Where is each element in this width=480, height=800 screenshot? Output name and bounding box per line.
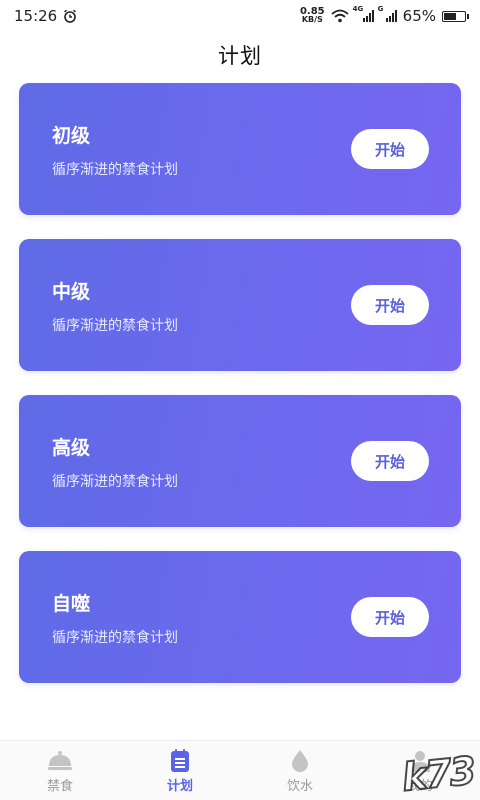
- watermark-logo: k73: [399, 747, 477, 800]
- tab-plan[interactable]: 计划: [120, 741, 240, 800]
- tab-fasting[interactable]: 禁食: [0, 741, 120, 800]
- tab-label: 禁食: [46, 778, 73, 794]
- alarm-clock-icon: [64, 9, 77, 23]
- signal2-tag: G: [377, 5, 384, 13]
- plan-title: 中级: [52, 281, 91, 303]
- plan-title: 自噬: [52, 593, 91, 615]
- plan-description: 循序渐进的禁食计划: [52, 318, 178, 334]
- plan-description: 循序渐进的禁食计划: [52, 474, 178, 490]
- status-right: 0.85 KB/S 4G G 65%: [300, 5, 469, 25]
- tab-label: 计划: [166, 778, 193, 794]
- plan-card-autophagy[interactable]: 自噬 循序渐进的禁食计划 开始: [19, 551, 461, 683]
- start-button[interactable]: 开始: [351, 597, 429, 637]
- battery-fill: [444, 12, 457, 20]
- status-time: 15:26: [14, 7, 58, 25]
- status-left: 15:26: [14, 7, 77, 25]
- plan-card-advanced[interactable]: 高级 循序渐进的禁食计划 开始: [19, 395, 461, 527]
- signal1-tag: 4G: [352, 5, 364, 13]
- plan-card-beginner[interactable]: 初级 循序渐进的禁食计划 开始: [19, 83, 461, 215]
- page-title: 计划: [218, 44, 262, 68]
- start-button[interactable]: 开始: [351, 285, 429, 325]
- status-bar: 15:26 0.85 KB/S 4G G 65%: [0, 0, 480, 32]
- start-button[interactable]: 开始: [351, 129, 429, 169]
- plan-description: 循序渐进的禁食计划: [52, 162, 178, 178]
- plan-title: 高级: [52, 437, 91, 459]
- app-screen: 15:26 0.85 KB/S 4G G 65% 计划 初级 循序渐进的禁食计划…: [0, 0, 480, 800]
- water-drop-icon: [292, 749, 308, 772]
- food-cover-icon: [48, 750, 72, 770]
- tab-label: 饮水: [286, 778, 313, 794]
- plan-title: 初级: [52, 125, 91, 147]
- battery-icon: [442, 10, 469, 22]
- wifi-icon: [331, 9, 349, 23]
- plan-description: 循序渐进的禁食计划: [52, 630, 178, 646]
- net-speed-unit: KB/S: [301, 15, 323, 24]
- signal-strength-2-icon: G: [378, 5, 397, 22]
- signal-strength-1-icon: 4G: [353, 5, 374, 22]
- battery-percent: 65%: [402, 7, 436, 25]
- network-speed: 0.85 KB/S: [300, 7, 325, 24]
- list-icon: [171, 748, 189, 772]
- plan-card-intermediate[interactable]: 中级 循序渐进的禁食计划 开始: [19, 239, 461, 371]
- start-button[interactable]: 开始: [351, 441, 429, 481]
- tab-water[interactable]: 饮水: [240, 741, 360, 800]
